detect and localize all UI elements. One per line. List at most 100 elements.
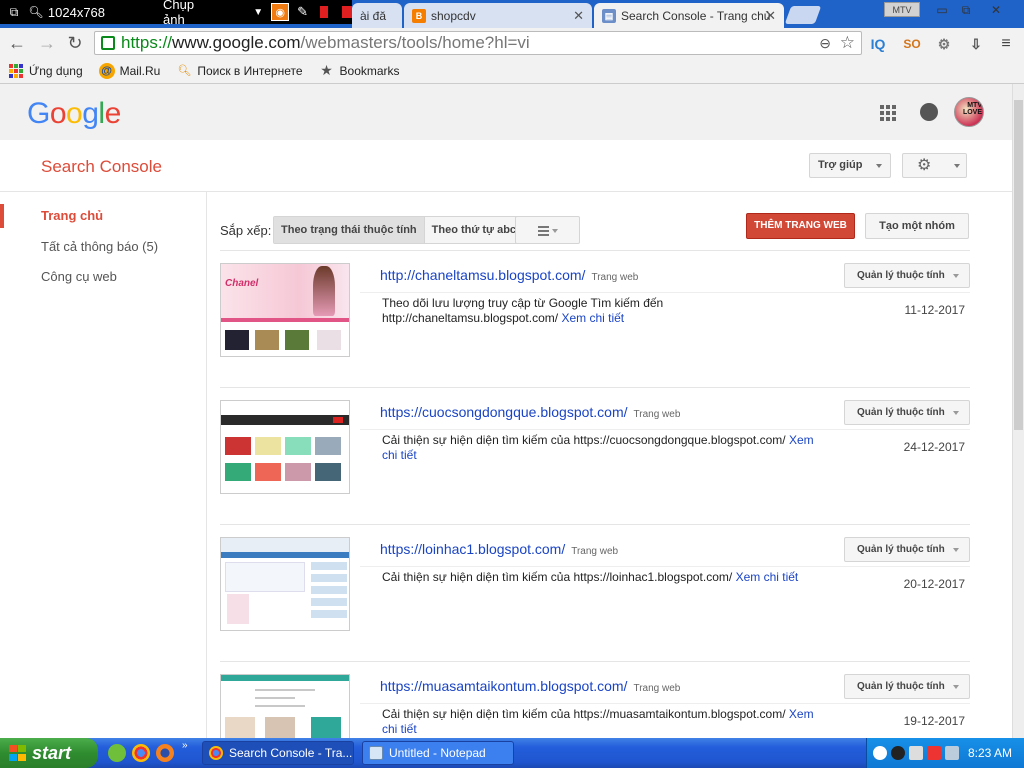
search-console-icon: ▤ (602, 9, 616, 23)
record-icon[interactable] (320, 6, 329, 18)
view-mode-button[interactable] (515, 216, 580, 244)
quicklaunch-1-icon[interactable] (108, 744, 126, 762)
tray-arrow-icon[interactable] (873, 746, 887, 760)
forward-icon[interactable]: → (36, 32, 58, 54)
start-button[interactable]: start (0, 738, 98, 768)
iq-extension-icon[interactable]: IQ (868, 34, 888, 54)
back-icon[interactable]: ← (6, 32, 28, 54)
close-window-icon[interactable]: ✕ (984, 1, 1008, 19)
stop-icon[interactable] (342, 6, 352, 18)
chevron-down-icon (953, 274, 959, 278)
restore-icon[interactable]: ⧉ (6, 4, 22, 20)
site-thumbnail[interactable]: Chanel (220, 263, 350, 357)
notifications-icon[interactable] (920, 103, 938, 121)
message-date: 19-12-2017 (903, 714, 965, 728)
site-row: https://cuocsongdongque.blogspot.com/Tra… (220, 387, 970, 524)
tab-1[interactable]: ài đă (352, 3, 402, 28)
help-button[interactable]: Trợ giúp (809, 153, 892, 178)
taskbar-item-notepad[interactable]: Untitled - Notepad (362, 741, 514, 765)
site-message: Cải thiện sự hiện diện tìm kiếm của http… (382, 433, 832, 463)
minimize-icon[interactable]: ▭ (930, 1, 954, 19)
tab-strip: ⧉ 🔍︎ 1024x768 Chụp ảnh ▼ ◉ ✎ ài đă B sho… (0, 0, 1024, 29)
bookmark-mailru[interactable]: @ Mail.Ru (98, 62, 160, 79)
message-text: Cải thiện sự hiện diện tìm kiếm của http… (382, 433, 786, 447)
site-link[interactable]: https://muasamtaikontum.blogspot.com/Tra… (380, 678, 680, 694)
tray-app-icon[interactable] (891, 746, 905, 760)
details-link[interactable]: Xem chi tiết (736, 570, 799, 584)
restore-window-icon[interactable]: ⧉ (954, 1, 978, 19)
page-content: Google MTV LOVE Search Console Trợ giúp … (0, 84, 1012, 738)
sidebar-item-messages[interactable]: Tất cả thông báo (5) (41, 239, 158, 254)
bookmark-bookmarks[interactable]: ★ Bookmarks (319, 62, 399, 79)
avatar[interactable]: MTV LOVE (954, 97, 984, 127)
site-url[interactable]: https://loinhac1.blogspot.com/ (380, 541, 565, 557)
vertical-scrollbar[interactable] (1012, 84, 1024, 738)
site-link[interactable]: http://chaneltamsu.blogspot.com/Trang we… (380, 267, 638, 283)
sort-by-alpha-button[interactable]: Theo thứ tự abc (424, 217, 524, 243)
address-bar[interactable]: https://www.google.com/webmasters/tools/… (94, 31, 862, 55)
more-quicklaunch-icon[interactable]: » (182, 740, 188, 751)
google-apps-icon[interactable] (880, 105, 896, 121)
close-tab-icon[interactable]: ✕ (573, 8, 584, 24)
close-tab-icon[interactable]: ✕ (765, 8, 776, 24)
so-extension-icon[interactable]: SO (902, 34, 922, 54)
security-icon[interactable] (927, 746, 941, 760)
manage-label: Quản lý thuộc tính (857, 681, 945, 692)
site-thumbnail[interactable] (220, 674, 350, 738)
volume-icon[interactable] (945, 746, 959, 760)
site-type: Trang web (633, 683, 681, 694)
site-thumbnail[interactable] (220, 537, 350, 631)
site-link[interactable]: https://cuocsongdongque.blogspot.com/Tra… (380, 404, 680, 420)
list-view-icon (538, 226, 549, 238)
bookmark-search[interactable]: 🔍︎ Поиск в Интернете (176, 63, 302, 79)
product-title[interactable]: Search Console (41, 157, 162, 177)
site-url[interactable]: https://cuocsongdongque.blogspot.com/ (380, 404, 628, 420)
scrollbar-thumb[interactable] (1014, 100, 1023, 430)
chrome-icon[interactable] (132, 744, 150, 762)
add-site-button[interactable]: THÊM TRANG WEB (746, 213, 855, 239)
tab-shopcdv[interactable]: B shopcdv ✕ (404, 3, 592, 28)
pen-icon[interactable]: ✎ (297, 4, 308, 20)
sort-by-status-button[interactable]: Theo trạng thái thuộc tính (274, 217, 425, 243)
site-link[interactable]: https://loinhac1.blogspot.com/Trang web (380, 541, 618, 557)
settings-button[interactable]: ⚙ (902, 153, 967, 178)
message-text: Cải thiện sự hiện diện tìm kiếm của http… (382, 570, 733, 584)
manage-property-button[interactable]: Quản lý thuộc tính (844, 537, 970, 562)
screen: ⧉ 🔍︎ 1024x768 Chụp ảnh ▼ ◉ ✎ ài đă B sho… (0, 0, 1024, 768)
site-type: Trang web (571, 546, 619, 557)
details-link[interactable]: Xem chi tiết (561, 311, 624, 325)
dropdown-arrow-icon[interactable]: ▼ (253, 7, 263, 18)
bookmark-apps[interactable]: Ứng dụng (8, 63, 83, 79)
site-url[interactable]: https://muasamtaikontum.blogspot.com/ (380, 678, 627, 694)
divider (360, 703, 970, 704)
manage-property-button[interactable]: Quản lý thuộc tính (844, 263, 970, 288)
manage-property-button[interactable]: Quản lý thuộc tính (844, 400, 970, 425)
chevron-down-icon (953, 685, 959, 689)
site-row: https://muasamtaikontum.blogspot.com/Tra… (220, 661, 970, 738)
message-date: 20-12-2017 (903, 577, 965, 591)
download-extension-icon[interactable]: ⇩ (966, 34, 986, 54)
menu-icon[interactable]: ≡ (996, 34, 1016, 54)
site-url[interactable]: http://chaneltamsu.blogspot.com/ (380, 267, 585, 283)
tab-search-console[interactable]: ▤ Search Console - Trang chủ ✕ (594, 3, 784, 29)
manage-property-button[interactable]: Quản lý thuộc tính (844, 674, 970, 699)
magnifier-icon[interactable]: 🔍︎ (28, 4, 44, 20)
site-thumbnail[interactable] (220, 400, 350, 494)
chevron-down-icon (954, 164, 960, 168)
new-tab-button[interactable] (784, 6, 822, 24)
profile-badge[interactable]: MTV (884, 2, 920, 17)
taskbar-item-chrome[interactable]: Search Console - Tra... (202, 741, 354, 765)
create-group-button[interactable]: Tạo một nhóm (865, 213, 969, 239)
camera-icon[interactable]: ◉ (271, 3, 290, 21)
google-logo[interactable]: Google (27, 97, 121, 131)
settings-extension-icon[interactable]: ⚙ (934, 34, 954, 54)
sidebar-item-web-tools[interactable]: Công cụ web (41, 269, 117, 284)
firefox-icon[interactable] (156, 744, 174, 762)
zoom-icon[interactable]: ⊖ (819, 35, 831, 52)
start-label: start (32, 743, 72, 763)
reload-icon[interactable]: ↻ (64, 32, 86, 54)
bookmark-star-icon[interactable]: ☆ (840, 33, 855, 53)
network-icon[interactable] (909, 746, 923, 760)
sidebar: Trang chủ Tất cả thông báo (5) Công cụ w… (0, 192, 207, 738)
sidebar-item-home[interactable]: Trang chủ (41, 208, 103, 223)
